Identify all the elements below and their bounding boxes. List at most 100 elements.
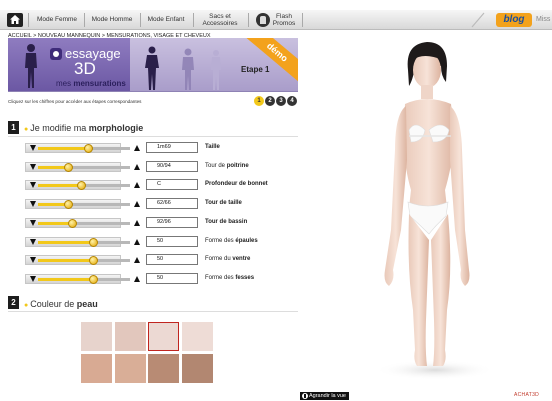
mannequin-3d-model[interactable]	[305, 30, 552, 401]
slider-thumb[interactable]	[88, 274, 98, 284]
nav-item-flash-promos[interactable]: Flash Promos	[271, 10, 297, 30]
slider-value-field[interactable]: 50	[146, 254, 198, 266]
slider-label-bold: fesses	[235, 274, 255, 281]
slider-track[interactable]	[38, 256, 130, 266]
bullet-icon: ●	[24, 126, 29, 133]
slider-value-field[interactable]: 62/66	[146, 198, 198, 210]
nav-item-mode-enfant[interactable]: Mode Enfant	[146, 10, 186, 30]
slider-track[interactable]	[38, 237, 130, 247]
skin-swatch[interactable]	[114, 354, 146, 383]
slider-label-bold: Taille	[205, 144, 220, 150]
skin-swatch[interactable]	[114, 322, 146, 351]
decrease-arrow-icon[interactable]	[30, 275, 36, 282]
increase-arrow-icon[interactable]	[134, 238, 140, 245]
decrease-arrow-icon[interactable]	[30, 163, 36, 170]
slider-value-field[interactable]: 90/94	[146, 160, 198, 172]
slider-track[interactable]	[38, 200, 130, 210]
slider-row: C Profondeur de bonnet	[8, 179, 298, 191]
slider-label-pre: Tour de	[205, 162, 226, 169]
section-divider	[8, 136, 298, 137]
slider-fill	[38, 259, 94, 263]
enlarge-view-label: Agrandir la vue	[309, 393, 346, 399]
increase-arrow-icon[interactable]	[134, 257, 140, 264]
decrease-arrow-icon[interactable]	[30, 201, 36, 208]
slider-value-field[interactable]: 1m69	[146, 142, 198, 153]
slider-label: Forme des fesses	[205, 275, 254, 281]
slider-value-field[interactable]: C	[146, 179, 198, 191]
increase-arrow-icon[interactable]	[134, 201, 140, 208]
section-title-peau: ● Couleur de peau	[24, 299, 98, 309]
slider-value-field[interactable]: 92/96	[146, 216, 198, 228]
nav-item-mode-homme[interactable]: Mode Homme	[90, 10, 134, 30]
slider-row: 92/96 Tour de bassin	[8, 216, 298, 228]
increase-arrow-icon[interactable]	[134, 182, 140, 189]
slider-track[interactable]	[38, 162, 130, 172]
nav-item-sacs-accessoires[interactable]: Sacs et Accessoires	[199, 10, 241, 30]
slider-row: 90/94 Tour de poitrine	[8, 160, 298, 172]
slider-label-bold: Tour de bassin	[205, 218, 248, 225]
bullet-icon: ●	[24, 302, 29, 309]
skin-swatch[interactable]	[181, 322, 213, 351]
skin-swatch[interactable]	[148, 354, 179, 383]
nav-separator	[84, 13, 85, 27]
banner-silhouettes	[145, 46, 221, 90]
step-button-3[interactable]: 3	[276, 96, 286, 106]
home-icon[interactable]	[7, 13, 23, 27]
slider-value-field[interactable]: 50	[146, 235, 198, 247]
increase-arrow-icon[interactable]	[134, 163, 140, 170]
nav-item-line: Sacs et	[209, 13, 231, 20]
step-button-2[interactable]: 2	[265, 96, 275, 106]
slider-row: 50 Forme des épaules	[8, 235, 298, 247]
essayage-banner: essayage 3D mes mensurations Etape 1 dém…	[8, 38, 298, 92]
increase-arrow-icon[interactable]	[134, 145, 140, 151]
skin-swatch[interactable]	[81, 354, 112, 383]
slider-row: 50 Forme des fesses	[8, 272, 298, 284]
section-title-bold: morphologie	[88, 123, 144, 133]
enlarge-view-button[interactable]: Agrandir la vue	[300, 392, 349, 400]
slider-label: Taille	[205, 144, 220, 150]
slider-thumb[interactable]	[88, 237, 98, 247]
nav-item-mode-femme[interactable]: Mode Femme	[36, 10, 78, 30]
nav-separator	[302, 13, 303, 27]
blog-logo: blog	[496, 13, 532, 27]
slider-thumb[interactable]	[88, 256, 98, 266]
slider-fill	[38, 184, 82, 188]
decrease-arrow-icon[interactable]	[30, 145, 36, 151]
banner-3d: 3D	[74, 59, 96, 78]
skin-swatch[interactable]	[81, 322, 112, 351]
flash-promos-icon[interactable]	[256, 13, 270, 27]
decrease-arrow-icon[interactable]	[30, 182, 36, 189]
slider-label: Profondeur de bonnet	[205, 181, 268, 187]
nav-separator	[28, 13, 29, 27]
nav-separator	[140, 13, 141, 27]
increase-arrow-icon[interactable]	[134, 275, 140, 282]
step-button-4[interactable]: 4	[287, 96, 297, 106]
banner-subtitle-pre: mes	[56, 79, 72, 88]
slider-track[interactable]	[38, 218, 130, 228]
slider-label: Tour de bassin	[205, 219, 247, 225]
slider-thumb[interactable]	[63, 162, 73, 172]
section-divider	[8, 311, 298, 312]
essayage-logo-icon	[50, 48, 62, 60]
increase-arrow-icon[interactable]	[134, 219, 140, 226]
slider-thumb[interactable]	[63, 200, 73, 210]
step-button-1[interactable]: 1	[254, 96, 264, 106]
section-title-morphologie: ● Je modifie ma morphologie	[24, 123, 143, 133]
slider-value-field[interactable]: 50	[146, 272, 198, 284]
skin-swatch[interactable]	[148, 322, 179, 351]
slider-label-pre: Forme du	[205, 256, 231, 263]
nav-item-line: Promos	[272, 20, 296, 27]
slider-track[interactable]	[38, 144, 130, 153]
decrease-arrow-icon[interactable]	[30, 238, 36, 245]
slider-track[interactable]	[38, 274, 130, 284]
decrease-arrow-icon[interactable]	[30, 257, 36, 264]
slider-label-bold: Profondeur de bonnet	[205, 181, 268, 188]
decrease-arrow-icon[interactable]	[30, 219, 36, 226]
nav-item-line: Accessoires	[202, 20, 238, 27]
slider-track[interactable]	[38, 181, 130, 191]
slider-label-bold: Tour de taille	[205, 200, 242, 207]
blog-name: Miss Potoro	[536, 16, 552, 23]
section-title-pre: Je modifie ma	[30, 123, 87, 133]
skin-swatch[interactable]	[181, 354, 213, 383]
demo-ribbon-text: démo	[264, 40, 290, 64]
